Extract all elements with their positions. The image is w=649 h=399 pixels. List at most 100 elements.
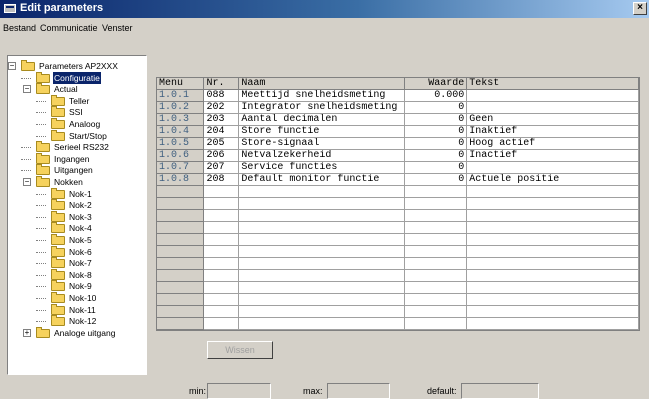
cell-nr[interactable]: [203, 269, 240, 282]
cell-waarde[interactable]: 0: [404, 101, 468, 114]
cell-naam[interactable]: [238, 197, 406, 210]
table-row[interactable]: 1.0.4 204 Store functie 0 Inaktief: [157, 125, 639, 138]
cell-tekst[interactable]: Actuele positie: [466, 173, 639, 186]
empty-row[interactable]: [157, 293, 639, 306]
cell-waarde[interactable]: 0.000: [404, 89, 468, 102]
cell-waarde[interactable]: [404, 233, 468, 246]
parameter-tree[interactable]: − Parameters AP2XXX Configuratie − Actual Tel…: [7, 55, 147, 375]
cell-nr[interactable]: [203, 209, 240, 222]
cell-naam[interactable]: Meettijd snelheidsmeting: [238, 89, 406, 102]
tree-node[interactable]: + Analoge uitgang: [8, 326, 146, 339]
parameter-grid[interactable]: Menu Nr. Naam Waarde Tekst 1.0.1 088 Meettijd …: [156, 77, 640, 331]
cell-waarde[interactable]: [404, 197, 468, 210]
cell-tekst[interactable]: [466, 185, 639, 198]
empty-row[interactable]: [157, 185, 639, 198]
menu-bestand[interactable]: Bestand: [3, 23, 36, 33]
cell-naam[interactable]: [238, 293, 406, 306]
cell-naam[interactable]: [238, 209, 406, 222]
column-header[interactable]: Waarde: [404, 78, 468, 90]
cell-waarde[interactable]: 0: [404, 113, 468, 126]
empty-row[interactable]: [157, 209, 639, 222]
cell-nr[interactable]: [203, 293, 240, 306]
cell-waarde[interactable]: [404, 269, 468, 282]
cell-tekst[interactable]: [466, 281, 639, 294]
tree-node[interactable]: Nok-12: [8, 315, 146, 327]
empty-row[interactable]: [157, 317, 639, 330]
menu-venster[interactable]: Venster: [102, 23, 133, 33]
tree-node[interactable]: Configuratie: [8, 70, 146, 85]
tree-node[interactable]: Nok-7: [8, 257, 146, 269]
tree-node[interactable]: Uitgangen: [8, 164, 146, 176]
tree-node[interactable]: Nok-10: [8, 292, 146, 304]
empty-row[interactable]: [157, 281, 639, 294]
tree-node[interactable]: SSI: [8, 106, 146, 118]
tree-node[interactable]: Teller: [8, 94, 146, 107]
close-button[interactable]: ×: [633, 2, 647, 15]
cell-nr[interactable]: [203, 305, 240, 318]
cell-waarde[interactable]: [404, 317, 468, 330]
cell-nr[interactable]: [203, 245, 240, 258]
empty-row[interactable]: [157, 245, 639, 258]
cell-naam[interactable]: [238, 281, 406, 294]
table-row[interactable]: 1.0.3 203 Aantal decimalen 0 Geen: [157, 113, 639, 126]
tree-node[interactable]: Start/Stop: [8, 129, 146, 142]
cell-naam[interactable]: Store functie: [238, 125, 406, 138]
cell-tekst[interactable]: [466, 269, 639, 282]
cell-nr[interactable]: 088: [203, 89, 240, 102]
cell-naam[interactable]: [238, 269, 406, 282]
table-row[interactable]: 1.0.5 205 Store-signaal 0 Hoog actief: [157, 137, 639, 150]
cell-waarde[interactable]: [404, 257, 468, 270]
cell-nr[interactable]: 208: [203, 173, 240, 186]
column-header[interactable]: Naam: [238, 78, 406, 90]
cell-nr[interactable]: [203, 185, 240, 198]
empty-row[interactable]: [157, 233, 639, 246]
tree-node[interactable]: Nok-4: [8, 222, 146, 234]
cell-waarde[interactable]: [404, 305, 468, 318]
cell-tekst[interactable]: [466, 197, 639, 210]
cell-tekst[interactable]: [466, 89, 639, 102]
menu-communicatie[interactable]: Communicatie: [40, 23, 98, 33]
tree-node[interactable]: Analoog: [8, 118, 146, 130]
table-row[interactable]: 1.0.7 207 Service functies 0: [157, 161, 639, 174]
cell-tekst[interactable]: Inactief: [466, 149, 639, 162]
table-row[interactable]: 1.0.2 202 Integrator snelheidsmeting 0: [157, 101, 639, 114]
tree-node[interactable]: Nok-8: [8, 268, 146, 281]
tree-node[interactable]: Nok-2: [8, 199, 146, 211]
empty-row[interactable]: [157, 197, 639, 210]
cell-tekst[interactable]: [466, 221, 639, 234]
cell-nr[interactable]: 207: [203, 161, 240, 174]
cell-waarde[interactable]: [404, 281, 468, 294]
cell-nr[interactable]: 205: [203, 137, 240, 150]
cell-naam[interactable]: [238, 185, 406, 198]
cell-naam[interactable]: Aantal decimalen: [238, 113, 406, 126]
table-row[interactable]: 1.0.6 206 Netvalzekerheid 0 Inactief: [157, 149, 639, 162]
cell-naam[interactable]: Service functies: [238, 161, 406, 174]
cell-naam[interactable]: Integrator snelheidsmeting: [238, 101, 406, 114]
column-header[interactable]: Menu: [157, 78, 205, 90]
cell-tekst[interactable]: [466, 209, 639, 222]
cell-nr[interactable]: 204: [203, 125, 240, 138]
column-header[interactable]: Nr.: [203, 78, 240, 90]
empty-row[interactable]: [157, 305, 639, 318]
cell-tekst[interactable]: [466, 161, 639, 174]
cell-tekst[interactable]: [466, 305, 639, 318]
cell-tekst[interactable]: [466, 101, 639, 114]
cell-tekst[interactable]: Inaktief: [466, 125, 639, 138]
expand-icon[interactable]: +: [23, 328, 31, 337]
empty-row[interactable]: [157, 221, 639, 234]
column-header[interactable]: Tekst: [466, 78, 639, 90]
cell-waarde[interactable]: 0: [404, 161, 468, 174]
cell-waarde[interactable]: 0: [404, 125, 468, 138]
tree-node[interactable]: Nok-5: [8, 234, 146, 246]
cell-nr[interactable]: 202: [203, 101, 240, 114]
cell-tekst[interactable]: [466, 233, 639, 246]
tree-node[interactable]: Nok-6: [8, 245, 146, 258]
collapse-icon[interactable]: −: [8, 62, 16, 70]
cell-naam[interactable]: [238, 245, 406, 258]
tree-node[interactable]: Nok-3: [8, 210, 146, 223]
cell-nr[interactable]: [203, 281, 240, 294]
cell-waarde[interactable]: 0: [404, 137, 468, 150]
tree-node[interactable]: Nok-1: [8, 187, 146, 200]
cell-waarde[interactable]: 0: [404, 173, 468, 186]
cell-naam[interactable]: Store-signaal: [238, 137, 406, 150]
